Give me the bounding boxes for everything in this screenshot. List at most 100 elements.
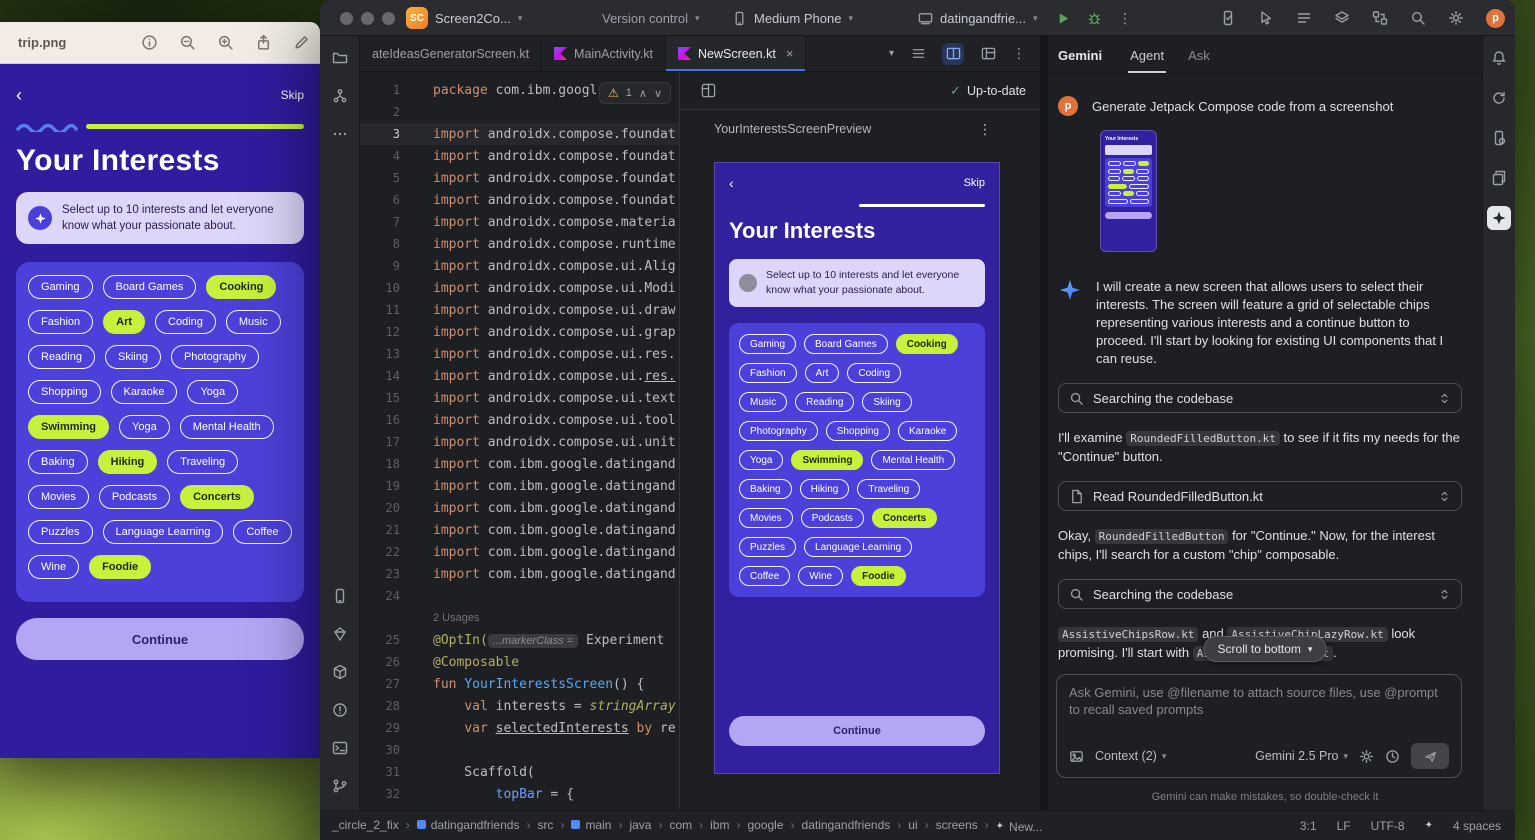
preview-more-options[interactable]: ⋮ (978, 121, 992, 138)
settings-gear-icon[interactable] (1448, 10, 1464, 26)
run-button[interactable] (1056, 11, 1071, 26)
context-selector[interactable]: Context (2)▾ (1095, 749, 1166, 763)
code-line: 24 (360, 585, 679, 607)
more-tools-icon[interactable] (328, 122, 352, 146)
info-icon[interactable] (141, 34, 158, 51)
search-everywhere-icon[interactable] (1410, 10, 1426, 26)
user-avatar[interactable]: p (1486, 9, 1505, 28)
code-line: 2 (360, 101, 679, 123)
gemini-input-box[interactable]: Context (2)▾ Gemini 2.5 Pro▾ (1056, 674, 1462, 778)
project-selector[interactable]: SC Screen2Co... ▾ (406, 0, 522, 36)
build-tool-icon[interactable] (328, 660, 352, 684)
problems-tool-icon[interactable] (328, 698, 352, 722)
tool-call-read-roundedfilledbutton-kt[interactable]: Read RoundedFilledButton.kt (1058, 481, 1462, 511)
preview-window-icon[interactable] (696, 79, 720, 103)
code-view-icon[interactable] (907, 43, 929, 65)
gradle-sync-icon[interactable] (1487, 86, 1511, 110)
attach-image-icon[interactable] (1069, 749, 1084, 764)
code-editor[interactable]: 1package com.ibm.googl23import androidx.… (360, 72, 680, 810)
code-line: 6import androidx.compose.foundat (360, 189, 679, 211)
breadcrumb-google[interactable]: google (747, 818, 783, 832)
zoom-out-icon[interactable] (179, 34, 196, 51)
minimize-window-button[interactable] (361, 12, 374, 25)
share-icon[interactable] (255, 34, 272, 51)
debug-button[interactable] (1087, 11, 1102, 26)
editor-more-options[interactable]: ⋮ (1012, 45, 1026, 62)
module-icon (417, 820, 426, 829)
maximize-window-button[interactable] (382, 12, 395, 25)
tab-list-chevron[interactable]: ▾ (889, 48, 894, 59)
history-icon[interactable] (1385, 749, 1400, 764)
attachment-thumbnail[interactable]: Your Interests (1100, 130, 1157, 252)
tab-ask[interactable]: Ask (1176, 48, 1222, 73)
prev-problem-icon[interactable]: ∧ (639, 87, 647, 100)
interest-chips-panel: GamingBoard GamesCookingFashionArtCoding… (16, 262, 304, 602)
expand-icon[interactable] (1438, 392, 1451, 405)
device-selector[interactable]: Medium Phone ▾ (732, 0, 853, 36)
preview-back-chevron: ‹ (729, 175, 734, 191)
app-module-icon (918, 11, 933, 26)
close-tab-icon[interactable]: × (786, 46, 794, 61)
breadcrumb-screens[interactable]: screens (936, 818, 978, 832)
file-encoding[interactable]: UTF-8 (1371, 819, 1405, 833)
gemini-chat-area: p Generate Jetpack Compose code from a s… (1048, 74, 1482, 668)
gemini-status-icon[interactable]: ✦ (1425, 820, 1433, 831)
inspection-widget[interactable]: ⚠ 1 ∧ ∨ (599, 82, 671, 104)
next-problem-icon[interactable]: ∨ (654, 87, 662, 100)
tab-mainactivity[interactable]: MainActivity.kt (542, 36, 666, 71)
interest-chip-reading: Reading (795, 392, 854, 412)
breadcrumb-ui[interactable]: ui (908, 818, 917, 832)
breadcrumb-new-[interactable]: ✦New... (996, 820, 1043, 834)
send-button[interactable] (1411, 743, 1449, 769)
expand-icon[interactable] (1438, 588, 1451, 601)
line-number: 28 (360, 699, 406, 713)
structure-tool-icon[interactable] (328, 84, 352, 108)
project-tool-icon[interactable] (328, 46, 352, 70)
run-configuration-selector[interactable]: datingandfrie... ▾ (918, 0, 1038, 36)
interest-chip-coding: Coding (847, 363, 901, 383)
breadcrumb-src[interactable]: src (537, 818, 553, 832)
breadcrumb-datingandfriends[interactable]: datingandfriends (417, 818, 520, 832)
breadcrumb-ibm[interactable]: ibm (710, 818, 729, 832)
breadcrumb--circle-2-fix[interactable]: _circle_2_fix (332, 818, 399, 832)
version-control-menu[interactable]: Version control ▾ (602, 0, 700, 36)
running-devices-icon[interactable] (328, 584, 352, 608)
tool-call-searching-the-codebase[interactable]: Searching the codebase (1058, 383, 1462, 413)
more-actions-button[interactable]: ⋮ (1118, 10, 1132, 27)
expand-icon[interactable] (1438, 490, 1451, 503)
tab-agent[interactable]: Agent (1118, 48, 1176, 73)
tab-dateideasgeneratorscreen[interactable]: ateIdeasGeneratorScreen.kt (360, 36, 542, 71)
terminal-tool-icon[interactable] (328, 736, 352, 760)
split-view-icon[interactable] (942, 43, 964, 65)
tab-newscreen[interactable]: NewScreen.kt × (666, 36, 806, 71)
device-mirroring-icon[interactable] (1220, 10, 1236, 26)
scroll-to-bottom-button[interactable]: Scroll to bottom ▾ (1204, 636, 1327, 662)
line-number: 20 (360, 501, 406, 515)
gemini-settings-icon[interactable] (1359, 749, 1374, 764)
sync-network-icon[interactable] (1372, 10, 1388, 26)
resource-manager-icon[interactable] (328, 622, 352, 646)
code-line: 32 topBar = { (360, 783, 679, 805)
profiler-cursor-icon[interactable] (1258, 10, 1274, 26)
model-selector[interactable]: Gemini 2.5 Pro▾ (1255, 749, 1348, 763)
gemini-tool-icon[interactable] (1487, 206, 1511, 230)
close-window-button[interactable] (340, 12, 353, 25)
todo-list-icon[interactable] (1296, 10, 1312, 26)
markup-pencil-icon[interactable] (293, 34, 310, 51)
documents-icon[interactable] (1487, 166, 1511, 190)
cursor-position[interactable]: 3:1 (1300, 819, 1317, 833)
gemini-prompt-input[interactable] (1069, 684, 1449, 743)
tool-call-searching-the-codebase[interactable]: Searching the codebase (1058, 579, 1462, 609)
design-view-icon[interactable] (977, 43, 999, 65)
notifications-bell-icon[interactable] (1487, 46, 1511, 70)
zoom-in-icon[interactable] (217, 34, 234, 51)
breadcrumb-main[interactable]: main (571, 818, 611, 832)
layers-icon[interactable] (1334, 10, 1350, 26)
breadcrumb-com[interactable]: com (669, 818, 692, 832)
layout-inspector-icon[interactable] (1487, 126, 1511, 150)
breadcrumb-java[interactable]: java (629, 818, 651, 832)
line-ending[interactable]: LF (1337, 819, 1351, 833)
version-control-tool-icon[interactable] (328, 774, 352, 798)
breadcrumb-datingandfriends[interactable]: datingandfriends (802, 818, 891, 832)
indent-setting[interactable]: 4 spaces (1453, 819, 1501, 833)
